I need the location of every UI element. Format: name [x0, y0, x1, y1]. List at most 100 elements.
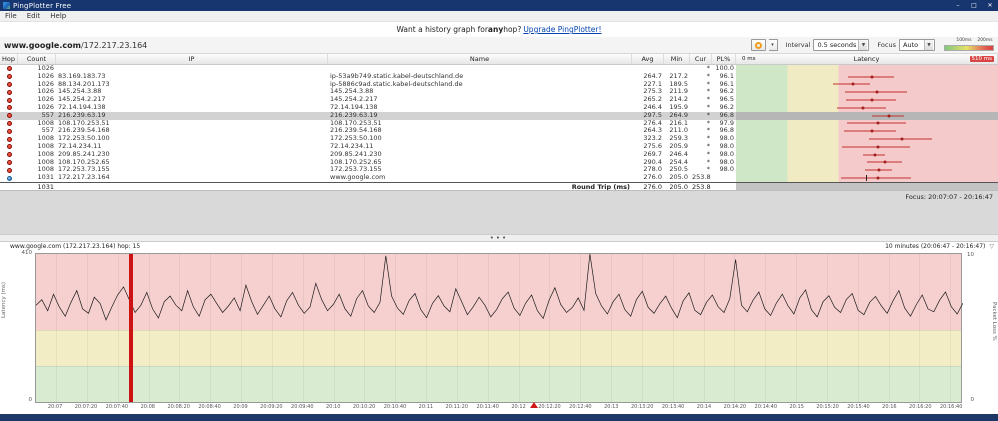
- cell-count: 1008: [37, 150, 54, 158]
- cell-avg: [632, 65, 664, 73]
- col-latency[interactable]: 0 ms Latency 510 ms: [736, 54, 998, 64]
- menu-edit[interactable]: Edit: [27, 12, 41, 20]
- cell-count: 1026: [37, 96, 54, 104]
- maximize-button[interactable]: □: [966, 0, 982, 11]
- notice-text-pre: Want a history graph for: [396, 25, 488, 34]
- table-row[interactable]: 1008 72.14.234.11 72.14.234.11 275.6 205.9 * 9…: [0, 142, 998, 151]
- cell-avg: 323.2: [643, 135, 662, 143]
- table-row[interactable]: 557 216.239.63.19 216.239.63.19 297.5 264.9 *…: [0, 111, 998, 120]
- focus-select[interactable]: Auto ▼: [899, 39, 935, 51]
- hop-error-icon: [6, 66, 12, 72]
- table-row[interactable]: 1008 108.170.253.51 108.170.253.51 276.4 216…: [0, 119, 998, 128]
- upgrade-link[interactable]: Upgrade PingPlotter!: [523, 25, 601, 34]
- cell-min: 205.9: [669, 142, 688, 150]
- x-tick-label: 20:10: [325, 403, 341, 410]
- focus-range-caption: Focus: 20:07:07 - 20:16:47: [905, 192, 993, 201]
- x-tick-label: 20:13: [604, 403, 619, 410]
- pane-splitter-handle[interactable]: •••: [0, 233, 998, 242]
- x-tick-label: 20:16: [882, 403, 897, 410]
- app-icon: [3, 2, 10, 9]
- table-row[interactable]: 557 216.239.54.168 216.239.54.168 264.3 211.…: [0, 127, 998, 136]
- x-tick-label: 20:13:40: [661, 403, 685, 410]
- cell-name: 172.253.73.155: [330, 166, 382, 174]
- table-row[interactable]: 1008 108.170.252.65 108.170.252.65 290.4 254…: [0, 158, 998, 167]
- pause-button[interactable]: [750, 39, 766, 51]
- latency-graph-cell: [736, 174, 998, 182]
- x-tick-label: 20:15:40: [847, 403, 870, 410]
- cell-pl: 96.8: [712, 111, 736, 120]
- table-row[interactable]: 1026 145.254.3.88 145.254.3.88 275.3 211.9 * 9…: [0, 88, 998, 97]
- cell-ip: 172.217.23.164: [58, 174, 110, 182]
- col-hop[interactable]: Hop: [0, 54, 18, 64]
- target-host: www.google.com: [4, 40, 81, 50]
- cell-name: 209.85.241.230: [330, 150, 382, 158]
- minimize-button[interactable]: –: [950, 0, 966, 11]
- x-tick-label: 20:08:40: [198, 403, 221, 410]
- cell-pl: 100.0: [715, 65, 734, 72]
- table-row[interactable]: 1026 72.14.194.138 72.14.194.138 246.4 195.9…: [0, 103, 998, 112]
- col-cur[interactable]: Cur: [690, 54, 712, 64]
- col-avg[interactable]: Avg: [632, 54, 664, 64]
- table-row[interactable]: 1026 88.134.201.173 ip-5886c9ad.static.kab…: [0, 80, 998, 89]
- title-bar[interactable]: PingPlotter Free – □ ✕: [0, 0, 998, 11]
- x-tick-label: 20:14:20: [723, 403, 747, 410]
- table-row[interactable]: 1008 172.253.73.155 172.253.73.155 278.0 250…: [0, 166, 998, 175]
- latency-graph-cell: [736, 166, 998, 175]
- col-min[interactable]: Min: [664, 54, 690, 64]
- x-tick-label: 20:15: [789, 403, 804, 410]
- summary-avg: 276.0: [643, 182, 662, 190]
- summary-count: 1031: [37, 182, 54, 190]
- cell-min: [664, 65, 690, 73]
- latency-graph-cell: [736, 111, 998, 120]
- hop-error-icon: [6, 113, 12, 119]
- menu-file[interactable]: File: [5, 12, 17, 20]
- cell-min: 250.5: [669, 166, 688, 174]
- cell-pl: 96.5: [719, 96, 734, 104]
- table-row[interactable]: 1008 209.85.241.230 209.85.241.230 269.7 246…: [0, 150, 998, 159]
- cell-avg: 276.4: [643, 119, 662, 127]
- table-row[interactable]: 1008 172.253.50.100 172.253.50.100 323.2 259…: [0, 135, 998, 143]
- table-row[interactable]: 1026 83.169.183.73 ip-53a9b749.static.kabe…: [0, 72, 998, 81]
- cell-cur: *: [706, 127, 710, 135]
- cell-count: 1031: [37, 174, 54, 182]
- latency-timeline-plot[interactable]: [35, 252, 963, 403]
- col-count[interactable]: Count: [18, 54, 56, 64]
- pause-dropdown-icon[interactable]: ▾: [768, 39, 778, 51]
- interval-select[interactable]: 0.5 seconds ▼: [813, 39, 870, 51]
- x-tick-label: 20:08: [140, 403, 155, 410]
- table-row[interactable]: 1031 172.217.23.164 www.google.com 276.0 205…: [0, 174, 998, 182]
- right-axis-title: Packet Loss %: [991, 301, 997, 341]
- menu-help[interactable]: Help: [50, 12, 66, 20]
- cell-cur: *: [690, 111, 712, 120]
- latency-graph-cell: [736, 96, 998, 104]
- cell-name: 72.14.194.138: [330, 103, 378, 111]
- summary-cur: 253.8: [692, 182, 711, 190]
- x-tick-label: 20:09:20: [260, 403, 283, 410]
- notice-text-post: hop?: [503, 25, 522, 34]
- pause-icon: [754, 41, 762, 49]
- close-button[interactable]: ✕: [982, 0, 998, 11]
- cell-cur: *: [706, 158, 710, 166]
- hop-error-icon: [6, 74, 12, 80]
- x-tick-label: 20:12: [511, 403, 526, 410]
- yaxis-title: Latency (ms): [1, 281, 7, 318]
- cell-avg: 276.0: [643, 174, 662, 182]
- cell-min: 211.0: [669, 127, 688, 135]
- table-row[interactable]: 1026 * 100.0: [0, 65, 998, 73]
- latency-graph-cell: [736, 158, 998, 167]
- cell-min: 217.2: [669, 72, 688, 80]
- latency-graph-cell: [736, 88, 998, 97]
- col-pl[interactable]: PL%: [712, 54, 736, 64]
- cell-pl: 96.1: [719, 80, 734, 88]
- table-row[interactable]: 1026 145.254.2.217 145.254.2.217 265.2 214.2…: [0, 96, 998, 104]
- focus-marker-icon[interactable]: [529, 401, 538, 408]
- upgrade-notice: Want a history graph for any hop? Upgrad…: [0, 22, 998, 37]
- col-ip[interactable]: IP: [56, 54, 328, 64]
- cell-cur: *: [706, 103, 710, 111]
- x-tick-label: 20:11:40: [476, 403, 499, 410]
- latency-scale-min: 0 ms: [742, 56, 756, 62]
- cell-cur: *: [706, 166, 710, 174]
- timeline-options-icon[interactable]: ▽: [989, 243, 994, 250]
- col-name[interactable]: Name: [328, 54, 632, 64]
- latency-graph-cell: [736, 80, 998, 89]
